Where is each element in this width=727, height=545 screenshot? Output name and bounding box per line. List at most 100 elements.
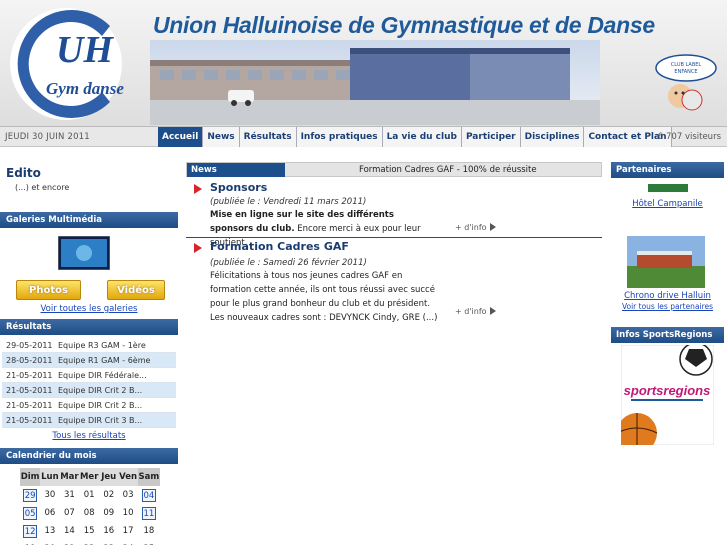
all-results-link[interactable]: Tous les résultats <box>0 431 178 441</box>
results-heading: Résultats <box>0 319 178 335</box>
gallery-thumbnail[interactable] <box>58 236 110 270</box>
cal-day: 01 <box>83 490 95 500</box>
site-header: UH Gym danse Union Halluinoise de Gymnas… <box>0 0 727 127</box>
result-row[interactable]: 29-05-2011 Equipe R3 GAM - 1ère <box>2 338 176 353</box>
cal-day[interactable]: 11 <box>138 504 160 522</box>
chrono-drive-photo[interactable] <box>627 236 705 288</box>
cal-day[interactable]: 04 <box>138 486 160 504</box>
result-row[interactable]: 21-05-2011 Equipe DIR Crit 2 B... <box>2 398 176 413</box>
cal-day: 16 <box>103 526 115 536</box>
svg-text:CLUB LABEL: CLUB LABEL <box>671 62 702 68</box>
result-row[interactable]: 21-05-2011 Equipe DIR Crit 2 B... <box>2 383 176 398</box>
cal-day[interactable]: 29 <box>20 486 40 504</box>
article-body: Félicitations à tous nos jeunes cadres G… <box>210 269 440 325</box>
menu-infos-pratiques[interactable]: Infos pratiques <box>296 127 383 147</box>
main-content: News Formation Cadres GAF - 100% de réus… <box>186 162 602 545</box>
news-ticker-bar: News Formation Cadres GAF - 100% de réus… <box>186 162 602 177</box>
cal-day: 02 <box>103 490 115 500</box>
cal-day: 14 <box>64 526 75 536</box>
cal-day: 18 <box>143 526 155 536</box>
logo-gym-danse: Gym danse <box>46 79 124 98</box>
news-label: News <box>187 163 285 177</box>
cal-day: 10 <box>122 508 134 518</box>
cal-day: 15 <box>83 526 95 536</box>
article-date: (publiée le : Samedi 26 février 2011) <box>210 258 367 268</box>
more-info-link[interactable]: + d'info <box>455 307 496 316</box>
current-date: JEUDI 30 JUIN 2011 <box>5 132 90 142</box>
sportsregions-heading: Infos SportsRegions <box>611 327 724 343</box>
menu-disciplines[interactable]: Disciplines <box>520 127 585 147</box>
cal-day: 09 <box>103 508 115 518</box>
result-row[interactable]: 28-05-2011 Equipe R1 GAM - 6ème <box>2 353 176 368</box>
play-arrow-icon <box>489 307 496 315</box>
cal-day: 23 <box>99 540 118 545</box>
photos-button-label: Photos <box>29 285 68 296</box>
videos-button-label: Vidéos <box>117 285 155 296</box>
article-body-text: Félicitations à tous nos jeunes cadres G… <box>210 271 438 323</box>
cal-day[interactable]: 12 <box>20 522 40 540</box>
visitor-counter: 6 707 visiteurs <box>657 132 721 142</box>
gym-building-photo <box>150 40 600 125</box>
cal-day: 03 <box>122 490 134 500</box>
red-arrow-icon <box>194 243 202 253</box>
svg-text:ENFANCE: ENFANCE <box>674 69 697 75</box>
videos-button[interactable]: Vidéos <box>107 280 165 300</box>
month-calendar: Dim Lun Mar Mer Jeu Ven Sam 29 30 31 01 … <box>20 468 160 545</box>
cal-day: 19 <box>20 540 40 545</box>
more-info-link[interactable]: + d'info <box>455 223 496 232</box>
cal-day-header: Jeu <box>99 468 119 486</box>
right-sidebar: Partenaires Hôtel Campanile Chrono drive… <box>611 162 724 545</box>
cal-day-header: Mer <box>79 468 100 486</box>
cal-day: 17 <box>122 526 134 536</box>
logo-uh: UH <box>56 29 114 71</box>
article-separator <box>186 237 602 238</box>
menu-accueil[interactable]: Accueil <box>158 127 204 147</box>
cal-day: 22 <box>79 540 99 545</box>
cal-day: 31 <box>64 490 75 500</box>
club-logo[interactable]: UH Gym danse <box>6 4 144 122</box>
edito-text[interactable]: (...) et encore <box>15 183 69 192</box>
result-row[interactable]: 21-05-2011 Equipe DIR Fédérale... <box>2 368 176 383</box>
menu-resultats[interactable]: Résultats <box>239 127 297 147</box>
sportsregions-logo-text: sportsregions <box>624 383 711 398</box>
cal-day-header: Mar <box>59 468 80 486</box>
cal-day: 13 <box>44 526 56 536</box>
article-title[interactable]: Sponsors <box>210 181 267 194</box>
calendar-heading: Calendrier du mois <box>0 448 178 464</box>
article-date: (publiée le : Vendredi 11 mars 2011) <box>210 197 367 207</box>
navigation-bar: JEUDI 30 JUIN 2011 Accueil News Résultat… <box>0 127 727 147</box>
cal-day-header: Lun <box>40 468 60 486</box>
menu-participer[interactable]: Participer <box>461 127 521 147</box>
campanile-logo[interactable] <box>628 180 708 196</box>
all-partners-link[interactable]: Voir tous les partenaires <box>611 302 724 311</box>
partner-chrono-drive-link[interactable]: Chrono drive Halluin <box>611 291 724 300</box>
result-row[interactable]: 21-05-2011 Equipe DIR Crit 3 B... <box>2 413 176 428</box>
play-arrow-icon <box>489 223 496 231</box>
main-menu: Accueil News Résultats Infos pratiques L… <box>158 127 672 147</box>
left-sidebar: Edito (...) et encore Galeries Multimédi… <box>0 162 178 545</box>
cal-day: 30 <box>44 490 56 500</box>
edito-title[interactable]: Edito <box>6 166 41 180</box>
cal-day-header: Dim <box>20 468 41 486</box>
cal-day: 07 <box>64 508 75 518</box>
cal-day[interactable]: 05 <box>20 504 40 522</box>
photos-button[interactable]: Photos <box>16 280 81 300</box>
cal-day-header: Ven <box>118 468 138 486</box>
cal-day: 21 <box>60 540 80 545</box>
cal-day: 08 <box>83 508 95 518</box>
sportsregions-banner[interactable]: sportsregions <box>621 345 714 445</box>
all-galleries-link[interactable]: Voir toutes les galeries <box>0 304 178 314</box>
article-title[interactable]: Formation Cadres GAF <box>210 240 349 253</box>
cal-day: 25 <box>138 540 160 545</box>
club-label-badge: CLUB LABEL ENFANCE <box>655 54 717 111</box>
partner-campanile-link[interactable]: Hôtel Campanile <box>611 199 724 209</box>
red-arrow-icon <box>194 184 202 194</box>
cal-day: 24 <box>118 540 137 545</box>
partners-heading: Partenaires <box>611 162 724 178</box>
cal-day: 20 <box>40 540 59 545</box>
site-title: Union Halluinoise de Gymnastique et de D… <box>153 12 655 38</box>
news-ticker-text[interactable]: Formation Cadres GAF - 100% de réussite <box>359 163 537 177</box>
cal-day: 06 <box>44 508 56 518</box>
menu-news[interactable]: News <box>203 127 240 147</box>
menu-vie-du-club[interactable]: La vie du club <box>382 127 462 147</box>
